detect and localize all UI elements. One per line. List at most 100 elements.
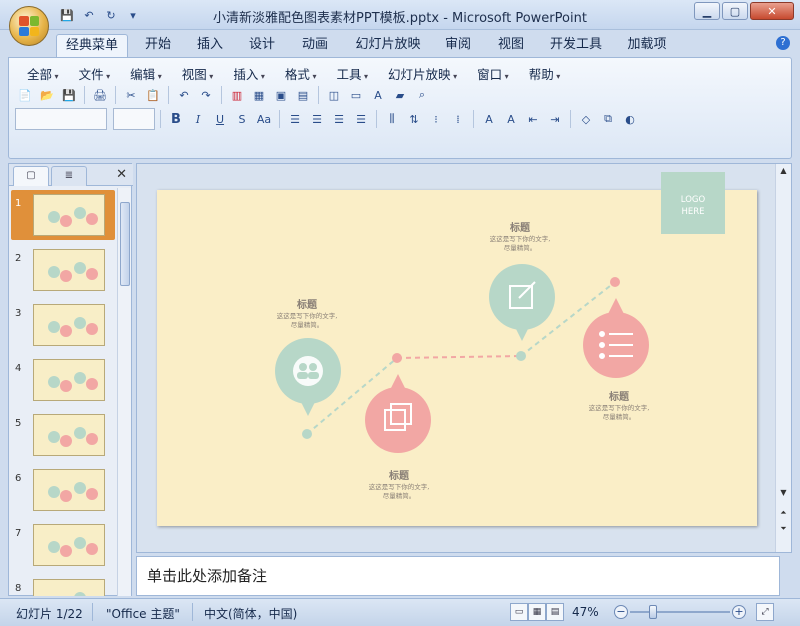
editor-scrollbar[interactable]: ▲ ▼ ⏶ ⏷ [775,164,791,552]
close-pane-icon[interactable]: ✕ [116,167,127,182]
menu-insert[interactable]: 插入 [223,64,275,83]
pane-scroll-thumb[interactable] [120,202,130,286]
menu-all[interactable]: 全部 [17,64,69,83]
menu-edit[interactable]: 编辑 [120,64,172,83]
table-icon[interactable]: ▦ [249,85,269,105]
fit-to-window-icon[interactable]: ⤢ [756,603,774,621]
maximize-button[interactable]: ▢ [722,2,748,20]
font-name-combo[interactable] [15,108,107,130]
slide-thumbnail-8[interactable] [33,579,105,596]
zoom-slider-track[interactable] [630,611,730,613]
open-icon[interactable]: 📂 [37,85,57,105]
paste-icon[interactable]: 📋 [143,85,163,105]
tab-view[interactable]: 视图 [489,34,533,58]
italic-button[interactable]: I [188,109,208,129]
tab-design[interactable]: 设计 [240,34,284,58]
print-icon[interactable]: 🖨 [90,85,110,105]
slide-number: 5 [15,418,22,429]
shapes-icon[interactable]: ◇ [576,109,596,129]
font-color-icon[interactable]: A [368,85,388,105]
tab-insert[interactable]: 插入 [188,34,232,58]
grow-font-icon[interactable]: A [479,109,499,129]
previous-slide-icon[interactable]: ⏶ [778,508,789,519]
normal-view-icon[interactable]: ▭ [510,603,528,621]
find-icon[interactable]: ⌕ [412,85,432,105]
point-2-desc-1: 这这是写下你的文字, [368,483,430,491]
menu-help[interactable]: 帮助 [519,64,571,83]
zoom-level[interactable]: 47% [572,605,599,619]
tab-addins[interactable]: 加载项 [620,34,674,58]
help-icon[interactable]: ? [776,36,790,50]
slide-thumbnail-3[interactable] [33,304,105,346]
slide-thumbnail-2[interactable] [33,249,105,291]
decrease-indent-icon[interactable]: ⇤ [523,109,543,129]
slide-thumbnail-4[interactable] [33,359,105,401]
menu-view[interactable]: 视图 [172,64,224,83]
shrink-font-icon[interactable]: A [501,109,521,129]
office-button[interactable] [9,6,49,46]
save-icon[interactable]: 💾 [59,85,79,105]
numbering-icon[interactable]: ⁞ [448,109,468,129]
close-button[interactable]: ✕ [750,2,794,20]
language-indicator[interactable]: 中文(简体，中国) [204,605,297,622]
next-slide-icon[interactable]: ⏷ [778,524,789,535]
zoom-out-icon[interactable]: − [614,605,628,619]
textbox-icon[interactable]: ▤ [293,85,313,105]
current-slide[interactable]: LOGO HERE 标题 这这是写下你的文字, 尽量精简。 标题 这这是写下你的… [157,172,757,526]
new-slide-icon[interactable]: ◫ [324,85,344,105]
change-case-button[interactable]: Aa [254,109,274,129]
menu-format[interactable]: 格式 [275,64,327,83]
slide-thumbnail-5[interactable] [33,414,105,456]
bullets-icon[interactable]: ⁝ [426,109,446,129]
new-icon[interactable]: 📄 [15,85,35,105]
tab-home[interactable]: 开始 [136,34,180,58]
zoom-slider-handle[interactable] [649,605,657,619]
align-center-icon[interactable]: ☰ [307,109,327,129]
arrange-icon[interactable]: ⧉ [598,109,618,129]
scroll-up-icon[interactable]: ▲ [778,166,789,177]
scroll-down-icon[interactable]: ▼ [778,488,789,499]
point-3-desc-1: 这这是写下你的文字, [489,235,551,243]
text-direction-icon[interactable]: ⇅ [404,109,424,129]
undo-icon[interactable]: ↶ [174,85,194,105]
picture-icon[interactable]: ▣ [271,85,291,105]
shadow-button[interactable]: S [232,109,252,129]
slideshow-view-icon[interactable]: ▤ [546,603,564,621]
justify-icon[interactable]: ☰ [351,109,371,129]
slide-thumbnail-6[interactable] [33,469,105,511]
redo-icon[interactable]: ↷ [196,85,216,105]
tab-classic-menu[interactable]: 经典菜单 [56,34,128,58]
chart-icon[interactable]: ▥ [227,85,247,105]
layout-icon[interactable]: ▭ [346,85,366,105]
zoom-in-icon[interactable]: + [732,605,746,619]
quick-styles-icon[interactable]: ◐ [620,109,640,129]
slide-sorter-icon[interactable]: ▦ [528,603,546,621]
menu-window[interactable]: 窗口 [467,64,519,83]
tab-developer[interactable]: 开发工具 [544,34,608,58]
notes-pane[interactable]: 单击此处添加备注 [136,556,780,596]
folder-icon[interactable]: ▰ [390,85,410,105]
menu-slideshow[interactable]: 幻灯片放映 [378,64,467,83]
cut-icon[interactable]: ✂ [121,85,141,105]
menu-tools[interactable]: 工具 [326,64,378,83]
point-4-desc-2: 尽量精简。 [602,413,636,421]
align-left-icon[interactable]: ☰ [285,109,305,129]
outline-tab[interactable]: ≣ [51,166,87,186]
align-right-icon[interactable]: ☰ [329,109,349,129]
menu-file[interactable]: 文件 [69,64,121,83]
ribbon-panel: 全部 文件 编辑 视图 插入 格式 工具 幻灯片放映 窗口 帮助 📄 📂 💾 🖨… [8,57,792,159]
font-size-combo[interactable] [113,108,155,130]
increase-indent-icon[interactable]: ⇥ [545,109,565,129]
tab-animation[interactable]: 动画 [293,34,337,58]
slide-thumbnail-7[interactable] [33,524,105,566]
slide-thumbnail-1[interactable] [33,194,105,236]
underline-button[interactable]: U [210,109,230,129]
bold-button[interactable]: B [166,109,186,129]
tab-slideshow[interactable]: 幻灯片放映 [350,34,426,58]
minimize-button[interactable]: ▁ [694,2,720,20]
slides-tab[interactable]: ▢ [13,166,49,186]
slide-number: 3 [15,308,22,319]
tab-review[interactable]: 审阅 [436,34,480,58]
pane-scrollbar[interactable] [117,188,131,596]
columns-icon[interactable]: ⫼ [382,109,402,129]
